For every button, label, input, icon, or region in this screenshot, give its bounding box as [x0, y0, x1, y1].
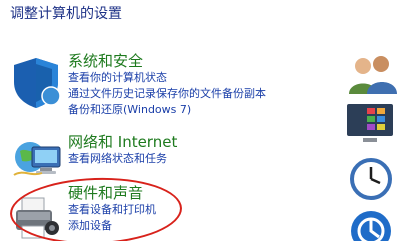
- page-title: 调整计算机的设置: [10, 6, 122, 22]
- link-view-devices-printers[interactable]: 查看设备和打印机: [68, 202, 156, 218]
- link-file-history-backup[interactable]: 通过文件历史记录保存你的文件备份副本: [68, 86, 266, 102]
- category-system-security: 系统和安全 查看你的计算机状态 通过文件历史记录保存你的文件备份副本 备份和还原…: [0, 52, 330, 122]
- clock-region-icon[interactable]: [343, 155, 401, 203]
- shield-icon[interactable]: [8, 54, 64, 110]
- network-globe-icon[interactable]: [8, 129, 64, 185]
- category-title-hardware-sound[interactable]: 硬件和声音: [68, 184, 156, 202]
- user-accounts-icon[interactable]: [343, 50, 401, 98]
- appearance-icon[interactable]: [343, 100, 401, 148]
- link-backup-restore[interactable]: 备份和还原(Windows 7): [68, 102, 266, 118]
- link-add-device[interactable]: 添加设备: [68, 218, 156, 234]
- category-title-system-security[interactable]: 系统和安全: [68, 52, 266, 70]
- printer-icon[interactable]: [8, 188, 64, 241]
- category-network-internet: 网络和 Internet 查看网络状态和任务: [0, 133, 330, 183]
- ease-of-access-icon[interactable]: [343, 205, 401, 241]
- link-view-computer-status[interactable]: 查看你的计算机状态: [68, 70, 266, 86]
- category-hardware-sound: 硬件和声音 查看设备和打印机 添加设备: [0, 184, 330, 241]
- category-title-network-internet[interactable]: 网络和 Internet: [68, 133, 177, 151]
- link-view-network-status[interactable]: 查看网络状态和任务: [68, 151, 177, 167]
